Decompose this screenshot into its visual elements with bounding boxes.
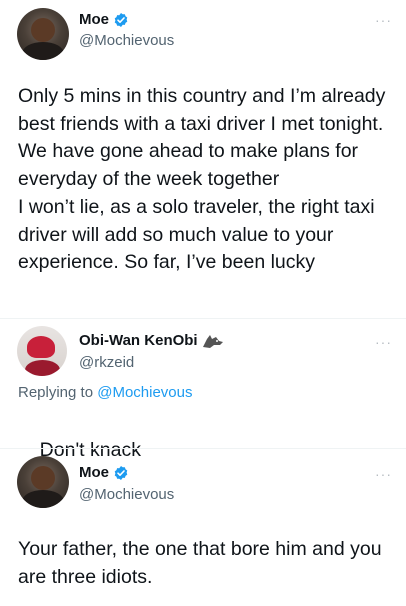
more-options-icon[interactable]: ··· — [375, 466, 392, 482]
more-options-icon[interactable]: ··· — [375, 334, 392, 350]
author-row: Moe — [79, 464, 129, 481]
tweet-text: Only 5 mins in this country and I’m alre… — [18, 85, 386, 274]
tweet-moe-reply: Moe @Mochievous ··· Your father, the one… — [0, 450, 406, 606]
author-name[interactable]: Moe — [79, 11, 109, 28]
avatar-hat — [27, 336, 55, 358]
avatar-body — [22, 42, 64, 60]
avatar[interactable] — [17, 326, 67, 376]
avatar[interactable] — [17, 8, 69, 60]
divider — [0, 448, 406, 449]
replying-to: Replying to @Mochievous — [18, 384, 193, 401]
tweet-moe-original: Moe @Mochievous ··· Only 5 mins in this … — [0, 0, 406, 330]
avatar-face — [31, 466, 55, 491]
author-row: Moe — [79, 11, 129, 28]
avatar-body — [24, 360, 60, 376]
author-name[interactable]: Obi-Wan KenObi — [79, 332, 198, 349]
author-handle[interactable]: @rkzeid — [79, 354, 134, 371]
author-handle[interactable]: @Mochievous — [79, 486, 174, 503]
verified-badge-icon — [114, 465, 128, 480]
verified-badge-icon — [114, 12, 128, 27]
author-handle[interactable]: @Mochievous — [79, 32, 174, 49]
avatar-body — [22, 490, 64, 508]
tweet-reply-obiwan: Obi-Wan KenObi @rkzeid ··· Replying to @… — [0, 320, 406, 487]
divider — [0, 318, 406, 319]
tweet-text: Your father, the one that bore him and y… — [18, 538, 387, 588]
mention-link[interactable]: @Mochievous — [97, 384, 192, 401]
avatar[interactable] — [17, 456, 69, 508]
wolf-emoji-icon — [202, 334, 223, 348]
author-name[interactable]: Moe — [79, 464, 109, 481]
author-row: Obi-Wan KenObi — [79, 332, 224, 349]
more-options-icon[interactable]: ··· — [375, 12, 392, 28]
replying-to-label: Replying to — [18, 384, 94, 401]
avatar-face — [31, 18, 55, 43]
